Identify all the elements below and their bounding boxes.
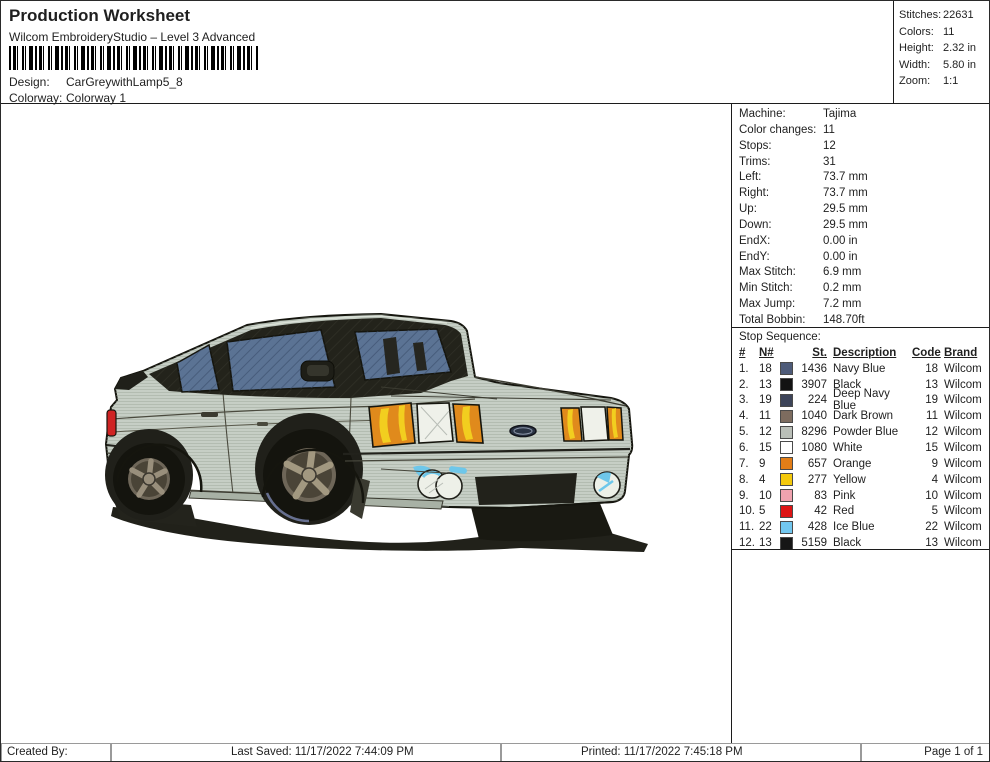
color-swatch: [780, 410, 793, 423]
summary-label: Colors:: [899, 24, 943, 41]
production-worksheet-page: Production Worksheet Wilcom EmbroiderySt…: [0, 0, 990, 762]
machine-label: Up:: [739, 202, 823, 218]
fog-light-right: [594, 472, 620, 498]
color-swatch: [780, 521, 793, 534]
machine-label: Color changes:: [739, 123, 823, 139]
summary-row: Zoom:1:1: [899, 73, 990, 90]
table-row: 11.22428Ice Blue22Wilcom: [739, 519, 988, 535]
machine-label: Max Jump:: [739, 297, 823, 313]
summary-label: Stitches:: [899, 7, 943, 24]
software-subtitle: Wilcom EmbroideryStudio – Level 3 Advanc…: [9, 30, 255, 44]
page-title: Production Worksheet: [9, 6, 190, 26]
table-row: 10.542Red5Wilcom: [739, 503, 988, 519]
machine-value: 0.00 in: [823, 234, 858, 250]
color-swatch: [780, 505, 793, 518]
air-dam: [475, 473, 577, 505]
stop-sequence-header: # N# St. Description Code Brand: [739, 345, 988, 361]
machine-label: Machine:: [739, 107, 823, 123]
summary-row: Height:2.32 in: [899, 40, 990, 57]
table-row: 9.1083Pink10Wilcom: [739, 488, 988, 504]
printed-text: Printed: 11/17/2022 7:45:18 PM: [581, 746, 743, 758]
stop-sequence-title: Stop Sequence:: [739, 329, 821, 345]
machine-label: EndX:: [739, 234, 823, 250]
door-handle: [201, 412, 218, 417]
summary-value: 5.80 in: [943, 57, 976, 74]
table-row: 3.19224Deep Navy Blue19Wilcom: [739, 393, 988, 409]
created-by-label: Created By:: [7, 746, 68, 758]
side-mirror: [301, 361, 334, 381]
color-swatch: [780, 441, 793, 454]
machine-value: 12: [823, 139, 836, 155]
page-number: Page 1 of 1: [924, 746, 983, 758]
machine-value: Tajima: [823, 107, 856, 123]
design-label: Design:: [9, 74, 66, 90]
table-row: 4.111040Dark Brown11Wilcom: [739, 408, 988, 424]
colorway-label: Colorway:: [9, 90, 66, 106]
machine-label: Left:: [739, 170, 823, 186]
last-saved-text: Last Saved: 11/17/2022 7:44:09 PM: [231, 746, 414, 758]
design-value: CarGreywithLamp5_8: [66, 74, 183, 90]
color-swatch: [780, 473, 793, 486]
color-swatch: [780, 537, 793, 550]
design-summary-box: Stitches:22631 Colors:11 Height:2.32 in …: [894, 1, 990, 104]
color-swatch: [780, 426, 793, 439]
machine-label: Max Stitch:: [739, 265, 823, 281]
machine-value: 6.9 mm: [823, 265, 861, 281]
color-swatch: [780, 378, 793, 391]
machine-panel: Machine:Tajima Color changes:11 Stops:12…: [731, 104, 990, 743]
summary-value: 11: [943, 24, 954, 41]
summary-label: Zoom:: [899, 73, 943, 90]
machine-value: 29.5 mm: [823, 202, 868, 218]
table-row: 1.181436Navy Blue18Wilcom: [739, 361, 988, 377]
tail-light: [107, 410, 116, 436]
color-swatch: [780, 362, 793, 375]
stop-sequence-table: # N# St. Description Code Brand 1.181436…: [739, 345, 988, 551]
colorway-row: Colorway: Colorway 1: [9, 90, 126, 106]
separator: [732, 549, 990, 550]
colorway-value: Colorway 1: [66, 90, 126, 106]
color-swatch: [780, 489, 793, 502]
design-artwork-car: [51, 301, 651, 556]
summary-row: Stitches:22631: [899, 7, 990, 24]
table-row: 6.151080White15Wilcom: [739, 440, 988, 456]
summary-value: 1:1: [943, 73, 958, 90]
summary-row: Colors:11: [899, 24, 990, 41]
machine-value: 31: [823, 155, 836, 171]
machine-label: Stops:: [739, 139, 823, 155]
color-swatch: [780, 457, 793, 470]
summary-label: Width:: [899, 57, 943, 74]
machine-value: 29.5 mm: [823, 218, 868, 234]
summary-row: Width:5.80 in: [899, 57, 990, 74]
separator: [732, 327, 990, 328]
ford-badge: [510, 426, 536, 437]
headlight-right: [561, 407, 623, 441]
machine-value: 0.2 mm: [823, 281, 861, 297]
machine-value: 73.7 mm: [823, 186, 868, 202]
machine-info: Machine:Tajima Color changes:11 Stops:12…: [739, 107, 989, 329]
machine-label: Trims:: [739, 155, 823, 171]
headlight-left: [369, 403, 483, 447]
design-row: Design: CarGreywithLamp5_8: [9, 74, 183, 90]
machine-label: Right:: [739, 186, 823, 202]
machine-value: 11: [823, 123, 835, 139]
machine-label: Down:: [739, 218, 823, 234]
table-row: 7.9657Orange9Wilcom: [739, 456, 988, 472]
summary-value: 2.32 in: [943, 40, 976, 57]
greenhouse: [149, 316, 468, 398]
machine-label: Min Stitch:: [739, 281, 823, 297]
summary-label: Height:: [899, 40, 943, 57]
machine-value: 0.00 in: [823, 250, 858, 266]
summary-value: 22631: [943, 7, 974, 24]
machine-value: 7.2 mm: [823, 297, 861, 313]
machine-label: EndY:: [739, 250, 823, 266]
table-row: 5.128296Powder Blue12Wilcom: [739, 424, 988, 440]
color-swatch: [780, 394, 793, 407]
table-row: 8.4277Yellow4Wilcom: [739, 472, 988, 488]
machine-value: 73.7 mm: [823, 170, 868, 186]
barcode: [9, 46, 259, 70]
